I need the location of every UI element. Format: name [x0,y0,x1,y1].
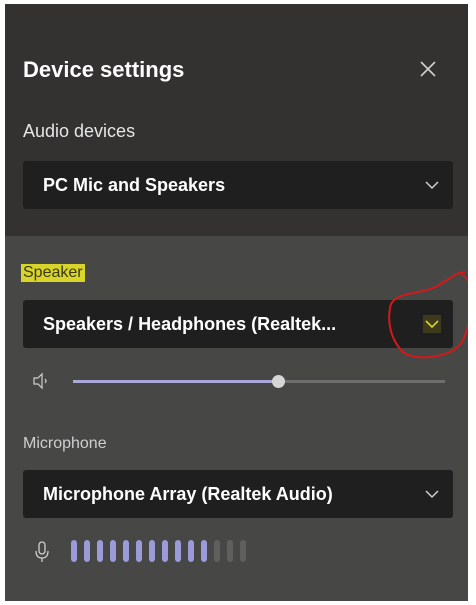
level-bar [201,540,207,562]
speaker-label: Speaker [21,262,85,284]
speaker-dropdown[interactable]: Speakers / Headphones (Realtek... [23,300,453,348]
level-bar [71,540,77,562]
level-bar [97,540,103,562]
microphone-dropdown[interactable]: Microphone Array (Realtek Audio) [23,470,453,518]
level-bar [240,540,246,562]
close-icon [420,61,436,77]
level-bar [227,540,233,562]
panel-title: Device settings [23,57,185,82]
level-bar [188,540,194,562]
level-bar [214,540,220,562]
microphone-icon [35,541,49,562]
level-bar [110,540,116,562]
level-bar [136,540,142,562]
chevron-down-icon [425,181,439,190]
chevron-down-icon [425,490,439,499]
audio-devices-selected: PC Mic and Speakers [43,175,226,195]
level-bar [162,540,168,562]
level-bar [175,540,181,562]
level-bar [84,540,90,562]
microphone-label: Microphone [23,435,107,452]
device-settings-panel: Device settings Audio devices PC Mic and… [5,4,468,601]
microphone-selected: Microphone Array (Realtek Audio) [43,484,333,504]
audio-devices-label: Audio devices [23,121,136,141]
close-button[interactable] [413,54,443,84]
audio-devices-dropdown[interactable]: PC Mic and Speakers [23,161,453,209]
speaker-volume-icon [33,372,47,390]
volume-fill [73,380,278,383]
level-bar [149,540,155,562]
level-bar [123,540,129,562]
speaker-volume-slider[interactable] [73,375,445,388]
speaker-selected: Speakers / Headphones (Realtek... [43,314,337,334]
volume-slider-thumb[interactable] [271,375,285,388]
chevron-down-icon [423,315,441,333]
microphone-level-meter [71,540,246,564]
